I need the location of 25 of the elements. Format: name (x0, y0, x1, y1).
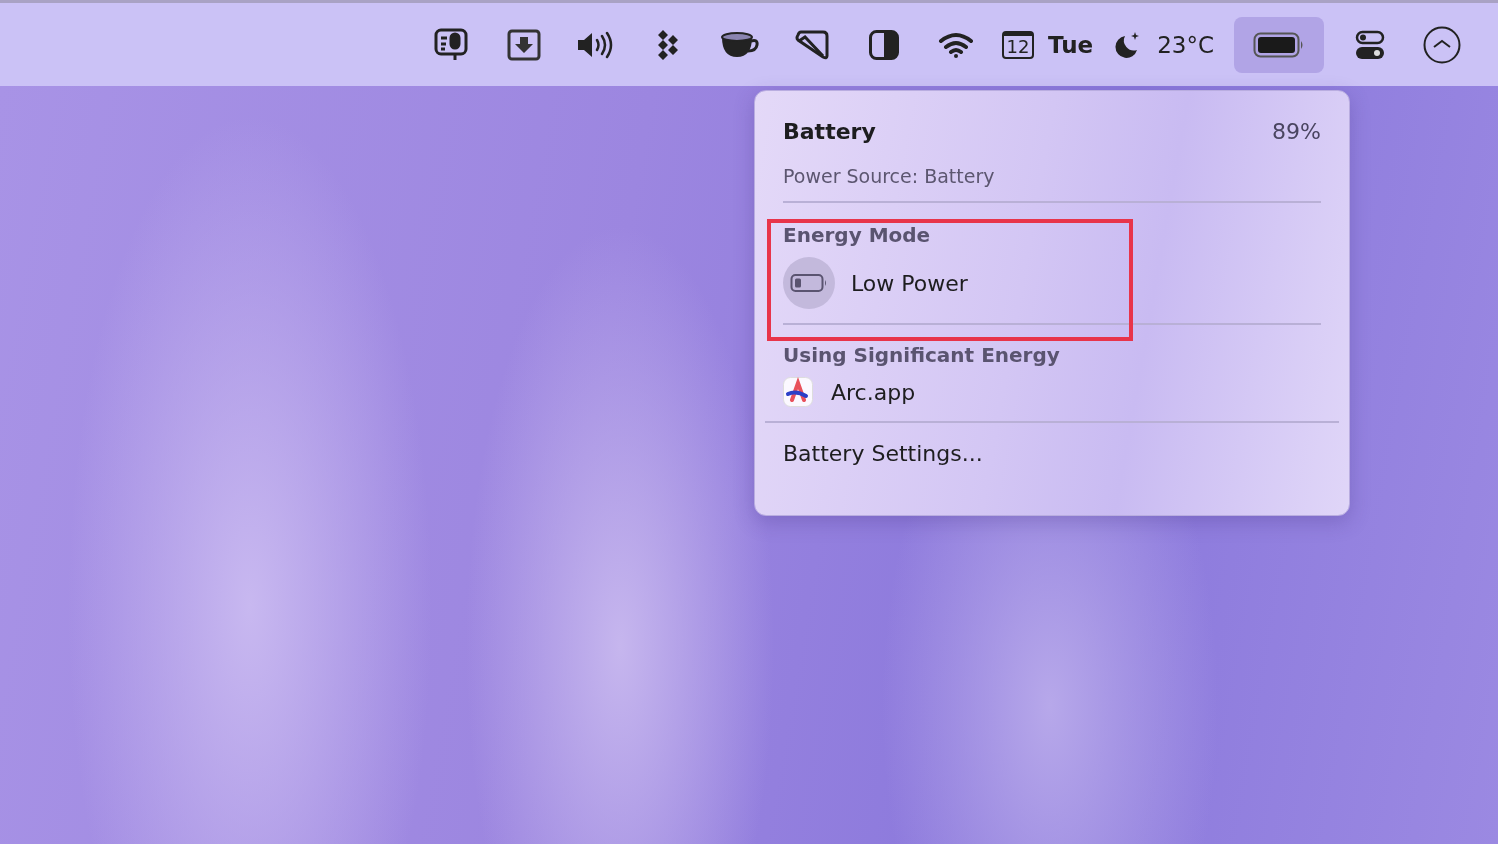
section-heading: Energy Mode (783, 223, 932, 247)
battery-icon[interactable] (1253, 31, 1305, 58)
low-battery-icon (790, 273, 828, 293)
battery-settings-item[interactable]: Battery Settings... (783, 441, 983, 466)
temperature-label: 23°C (1157, 31, 1214, 58)
power-source-label: Power Source: Battery (783, 165, 996, 187)
app-icon (783, 377, 813, 407)
calendar-icon[interactable]: 12 (1002, 30, 1035, 59)
option-label: Low Power (851, 270, 968, 296)
window-shape-icon[interactable] (795, 29, 830, 60)
low-power-toggle[interactable] (783, 257, 835, 309)
diamond-grid-icon[interactable] (656, 28, 681, 61)
toggle-switches-icon[interactable] (1355, 29, 1385, 60)
weekday-label: Tue (1048, 31, 1094, 58)
section-heading: Using Significant Energy (783, 343, 1061, 367)
battery-menu-button[interactable] (1234, 16, 1324, 73)
menu-title: Battery (783, 119, 876, 144)
app-name[interactable]: Arc.app (831, 379, 916, 405)
contrast-icon[interactable] (869, 29, 900, 60)
dictation-icon[interactable] (434, 27, 471, 62)
download-icon[interactable] (507, 28, 542, 61)
coffee-cup-icon[interactable] (720, 30, 761, 59)
chevron-up-circle-icon[interactable] (1423, 25, 1461, 64)
wifi-icon[interactable] (938, 30, 975, 59)
battery-percentage: 89% (1272, 119, 1321, 144)
